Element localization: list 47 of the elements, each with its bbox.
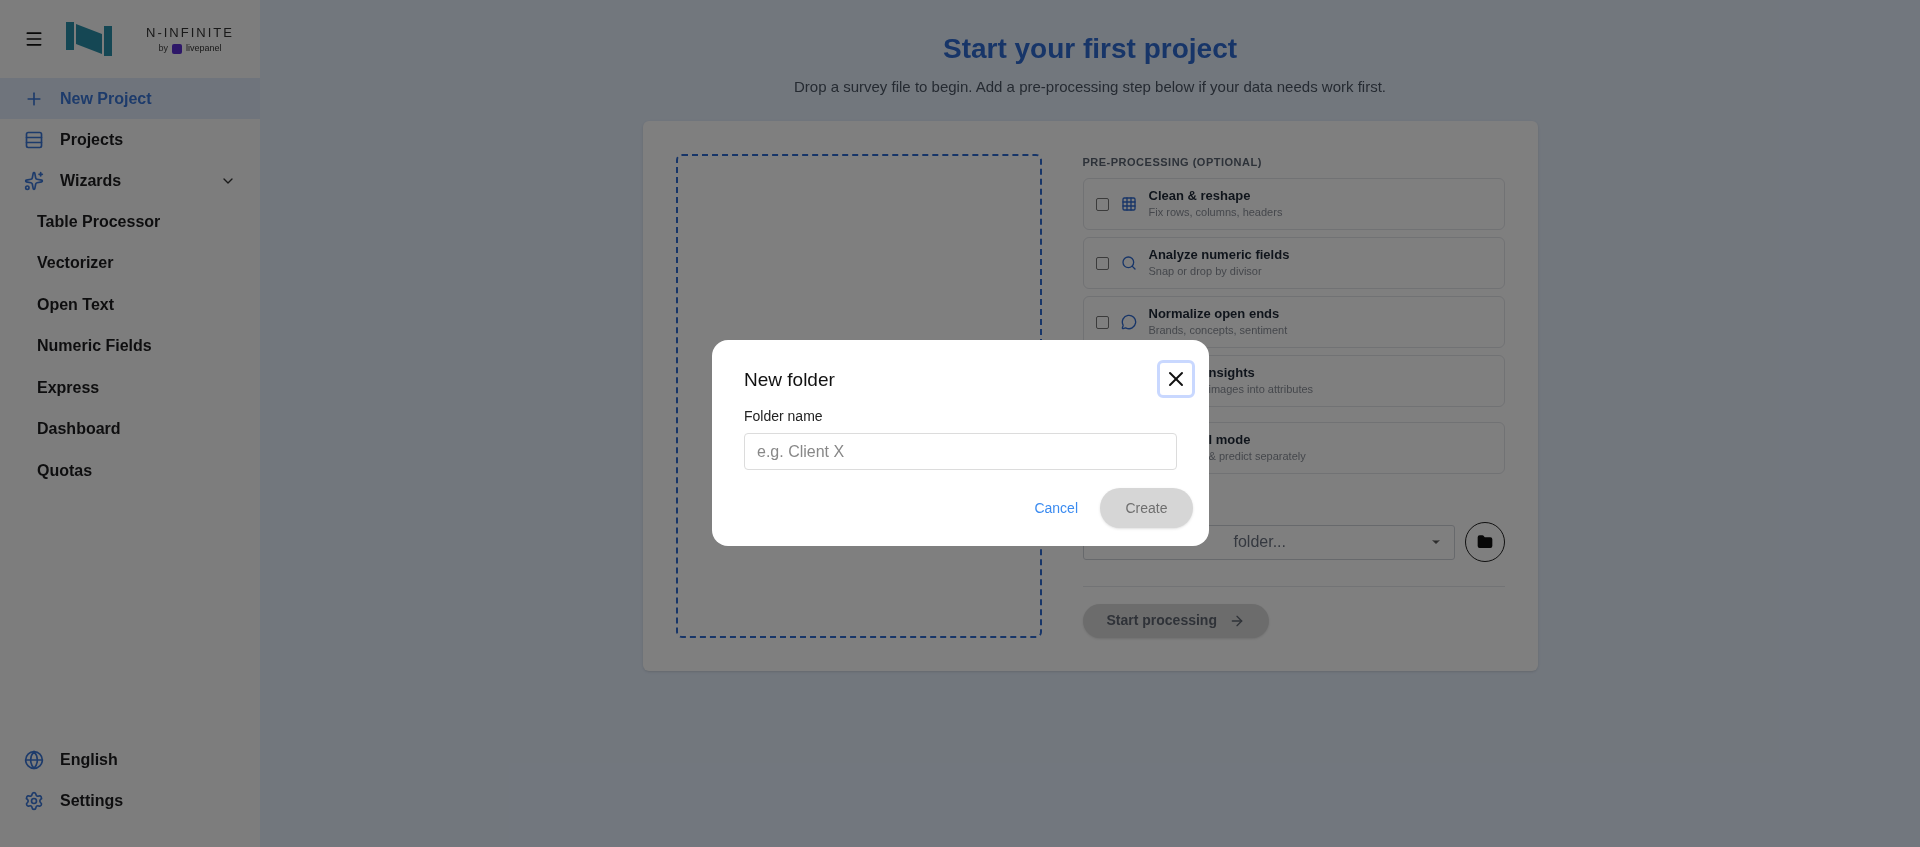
page-title: Start your first project	[942, 32, 1238, 66]
option-title: Clean & reshape	[1148, 188, 1252, 204]
menu-icon[interactable]	[24, 29, 44, 49]
option-title: l mode	[1208, 432, 1252, 448]
nav-subitem[interactable]: Table Processor	[0, 201, 260, 243]
option-card[interactable]: Analyze numeric fields Snap or drop by divisor	[1082, 237, 1505, 289]
option-title: nsights	[1208, 365, 1256, 381]
brand-icon	[171, 43, 182, 54]
option-title: Normalize open ends	[1148, 306, 1281, 322]
close-button[interactable]	[1157, 360, 1195, 398]
dialog-title: New folder	[744, 368, 835, 393]
chat-icon	[1120, 314, 1137, 330]
option-description: Snap or drop by divisor	[1148, 264, 1263, 279]
cancel-button[interactable]: Cancel	[1034, 497, 1078, 519]
nav-item[interactable]: New Project	[0, 78, 260, 119]
nav-subitem[interactable]: Dashboard	[0, 408, 260, 450]
option-description: Brands, concepts, sentiment	[1148, 323, 1288, 338]
nav-item[interactable]: English	[0, 739, 260, 780]
option-title: Analyze numeric fields	[1148, 247, 1290, 263]
nav-subitem[interactable]: Express	[0, 367, 260, 409]
settings-icon	[24, 790, 44, 811]
nav-subitem[interactable]: Quotas	[0, 450, 260, 492]
checkbox[interactable]	[1095, 256, 1109, 270]
logo-wordmark: N-INFINITE	[146, 23, 234, 42]
page-subtitle: Drop a survey file to begin. Add a pre-processing step below if your data needs work first.	[794, 77, 1386, 97]
option-card[interactable]: Clean & reshape Fix rows, columns, headers	[1082, 178, 1505, 230]
checkbox[interactable]	[1095, 315, 1109, 329]
globe-icon	[24, 749, 44, 770]
folder-icon	[1476, 534, 1493, 550]
brand-name: livepanel	[185, 42, 222, 55]
nav-subitem[interactable]: Numeric Fields	[0, 325, 260, 367]
section-heading: PRE-PROCESSING (OPTIONAL)	[1082, 154, 1263, 170]
grid-icon	[1120, 196, 1137, 212]
option-description: & predict separately	[1208, 449, 1306, 464]
nav-item[interactable]: Projects	[0, 119, 260, 160]
folder-name-input[interactable]: e.g. Client X	[744, 433, 1177, 470]
logo-byline: by	[158, 42, 168, 55]
nav-subitem[interactable]: Open Text	[0, 284, 260, 326]
field-label: Folder name	[744, 407, 824, 426]
nav-subitem[interactable]: Vectorizer	[0, 242, 260, 284]
checkbox[interactable]	[1095, 197, 1109, 211]
sparkles-icon	[24, 170, 44, 191]
nav-item[interactable]: Settings	[0, 780, 260, 821]
nav-item[interactable]: Wizards	[0, 160, 260, 201]
list-icon	[24, 129, 44, 150]
option-description: Fix rows, columns, headers	[1148, 205, 1283, 220]
search-icon	[1120, 255, 1137, 271]
